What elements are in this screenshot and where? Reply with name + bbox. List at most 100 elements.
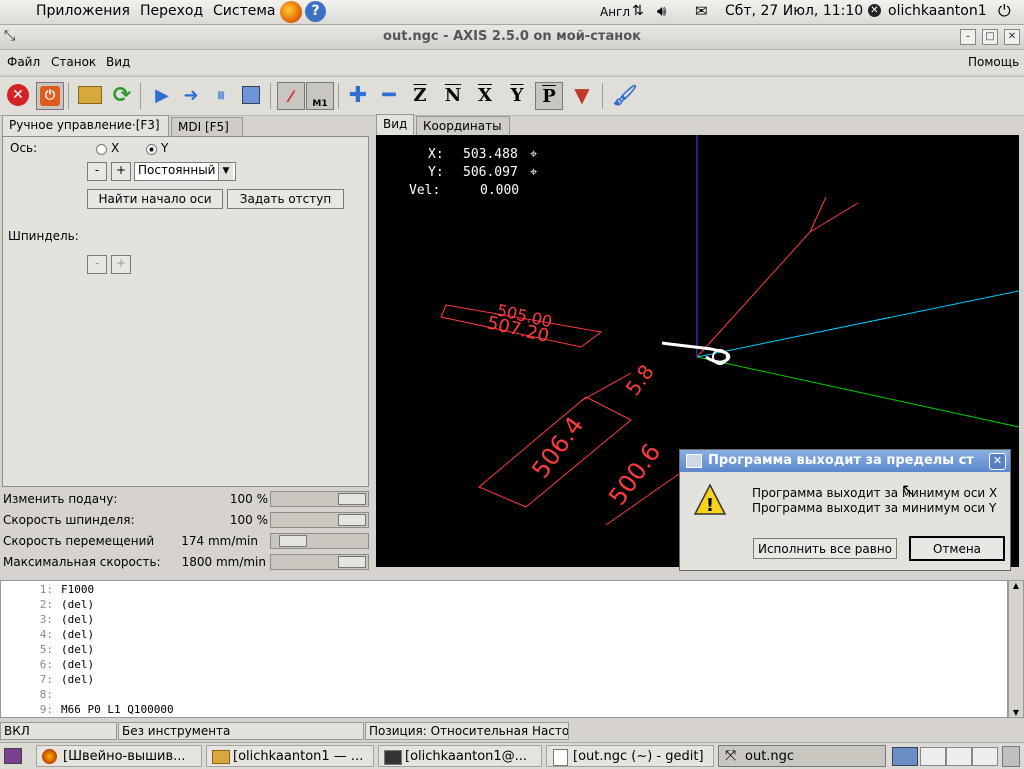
scroll-down-icon[interactable]: ▼ [1009, 708, 1023, 717]
task-terminal[interactable]: [olichkaanton1@... [378, 745, 542, 767]
gcode-listing[interactable]: 1: F1000 2: (del) 3: (del) 4: (del) 5: (del) … [0, 580, 1008, 718]
username[interactable]: olichkaanton1 [888, 3, 987, 19]
estop-icon[interactable]: ✕ [5, 82, 31, 108]
top-panel: Приложения Переход Система ? Англ ⇅ 🔊︎ ✉… [0, 0, 1024, 25]
menu-machine[interactable]: Станок [51, 55, 96, 69]
menu-system[interactable]: Система [213, 3, 275, 19]
zoom-in-icon[interactable]: ✚ [345, 82, 371, 108]
spindle-plus-button[interactable]: + [111, 255, 131, 274]
run-anyway-button[interactable]: Исполнить все равно [753, 538, 897, 559]
feed-override-value: 100 % [229, 492, 268, 506]
slider-handle[interactable] [338, 493, 366, 505]
view-z-button[interactable]: Z [407, 82, 433, 108]
mouse-cursor-icon: ↖ [901, 480, 915, 499]
tab-preview[interactable]: Вид [376, 114, 414, 135]
spindle-override-label: Скорость шпинделя: [3, 513, 135, 527]
x-axis-line [696, 356, 1019, 428]
optional-stop-button[interactable]: M1 [306, 82, 334, 110]
tab-mdi[interactable]: MDI [F5] [171, 117, 243, 136]
slider-handle[interactable] [338, 556, 366, 568]
axis-y-radio[interactable] [146, 144, 157, 155]
pause-icon[interactable]: ⏸ [208, 82, 234, 108]
run-icon[interactable]: ▶ [149, 82, 175, 108]
extent-line [696, 231, 811, 358]
code-line: 6: (del) [39, 658, 95, 671]
feed-override-label: Изменить подачу: [3, 492, 118, 506]
taskbar: [Швейно-вышив... [olichkaanton1 — ... [o… [0, 742, 1024, 769]
axis-icon: ⤧ [725, 748, 737, 764]
jog-speed-label: Скорость перемещений [3, 534, 155, 548]
rotate-view-icon[interactable]: ▼ [569, 82, 595, 108]
network-icon[interactable]: ⇅ [632, 3, 644, 19]
view-x-button[interactable]: X [472, 82, 498, 108]
status-tool: Без инструмента [118, 722, 364, 740]
dialog-close-icon[interactable]: ✕ [989, 453, 1006, 470]
zoom-out-icon[interactable]: ━ [376, 82, 402, 108]
workspace-3-icon[interactable] [946, 747, 972, 766]
menu-file[interactable]: Файл [7, 55, 40, 69]
dro-vel-value: 0.000 [480, 183, 520, 198]
help-icon[interactable]: ? [305, 1, 326, 22]
show-desktop-icon[interactable] [4, 748, 22, 764]
workspace-2-icon[interactable] [920, 747, 946, 766]
workspace-4-icon[interactable] [972, 747, 998, 766]
close-window-button[interactable]: ✕ [1004, 29, 1020, 45]
touch-off-button[interactable]: Задать отступ [227, 189, 344, 209]
folder-icon [212, 750, 230, 764]
window-icon [686, 454, 702, 468]
task-firefox[interactable]: [Швейно-вышив... [36, 745, 202, 767]
workspace-1-icon[interactable] [892, 747, 918, 766]
code-scrollbar[interactable]: ▲ ▼ [1008, 580, 1024, 718]
spindle-minus-button[interactable]: - [87, 255, 107, 274]
reload-icon[interactable]: ⟳ [109, 82, 135, 108]
dro-x-value: 503.488 [463, 147, 518, 162]
task-axis[interactable]: ⤧ out.ngc [718, 745, 886, 767]
home-axis-button[interactable]: Найти начало оси [87, 189, 223, 209]
jog-speed-slider[interactable] [270, 533, 369, 549]
view-p-button[interactable]: P [535, 82, 563, 110]
axis-x-radio[interactable] [96, 144, 107, 155]
view-y-button[interactable]: Y [504, 82, 530, 108]
scroll-up-icon[interactable]: ▲ [1009, 581, 1023, 590]
trash-icon[interactable] [1002, 746, 1020, 767]
volume-icon[interactable]: 🔊︎ [657, 2, 666, 20]
step-icon[interactable]: ➜ [178, 82, 204, 108]
task-files[interactable]: [olichkaanton1 — ... [206, 745, 374, 767]
slider-handle[interactable] [279, 535, 307, 547]
dialog-titlebar[interactable]: Программа выходит за пределы ст ✕ [680, 450, 1010, 472]
terminal-icon [384, 750, 402, 765]
power-icon[interactable]: ⏻ [998, 1, 1011, 21]
jog-mode-select[interactable]: Постоянный ▼ [134, 162, 236, 181]
clear-plot-icon[interactable]: 🖌︎ [612, 82, 638, 108]
machine-power-icon[interactable]: ⏻ [36, 82, 64, 110]
task-gedit[interactable]: [out.ngc (~) - gedit] [546, 745, 714, 767]
menu-view[interactable]: Вид [106, 55, 130, 69]
firefox-icon[interactable] [280, 1, 302, 23]
axis-label: Ось: [10, 141, 38, 155]
tab-manual-control[interactable]: Ручное управление·[F3] [2, 115, 169, 136]
slider-handle[interactable] [338, 514, 366, 526]
view-n-button[interactable]: N [440, 82, 466, 108]
window-titlebar[interactable]: ⤡ out.ngc - AXIS 2.5.0 on мой-станок – □… [0, 25, 1024, 50]
menu-applications[interactable]: Приложения [36, 3, 130, 19]
block-delete-icon[interactable]: ⁄ [277, 82, 305, 110]
cancel-button[interactable]: Отмена [909, 536, 1005, 561]
menu-places[interactable]: Переход [140, 3, 203, 19]
clock-datetime[interactable]: Сбт, 27 Июл, 11:10 [725, 3, 863, 19]
menu-help[interactable]: Помощь [968, 55, 1019, 69]
dro-x-label: X: [428, 147, 444, 162]
jog-minus-button[interactable]: - [87, 162, 107, 181]
keyboard-layout[interactable]: Англ [600, 5, 630, 19]
maximize-button[interactable]: □ [982, 29, 998, 45]
tab-coordinates[interactable]: Координаты [416, 116, 510, 135]
open-folder-icon[interactable] [77, 82, 103, 108]
max-velocity-slider[interactable] [270, 554, 369, 570]
homed-icon: ⌖ [530, 147, 538, 162]
mail-icon[interactable]: ✉ [695, 2, 708, 20]
user-status-icon: ✕ [868, 4, 881, 17]
stop-icon[interactable] [238, 82, 264, 108]
spindle-override-slider[interactable] [270, 512, 369, 528]
feed-override-slider[interactable] [270, 491, 369, 507]
minimize-button[interactable]: – [960, 29, 976, 45]
jog-plus-button[interactable]: + [111, 162, 131, 181]
